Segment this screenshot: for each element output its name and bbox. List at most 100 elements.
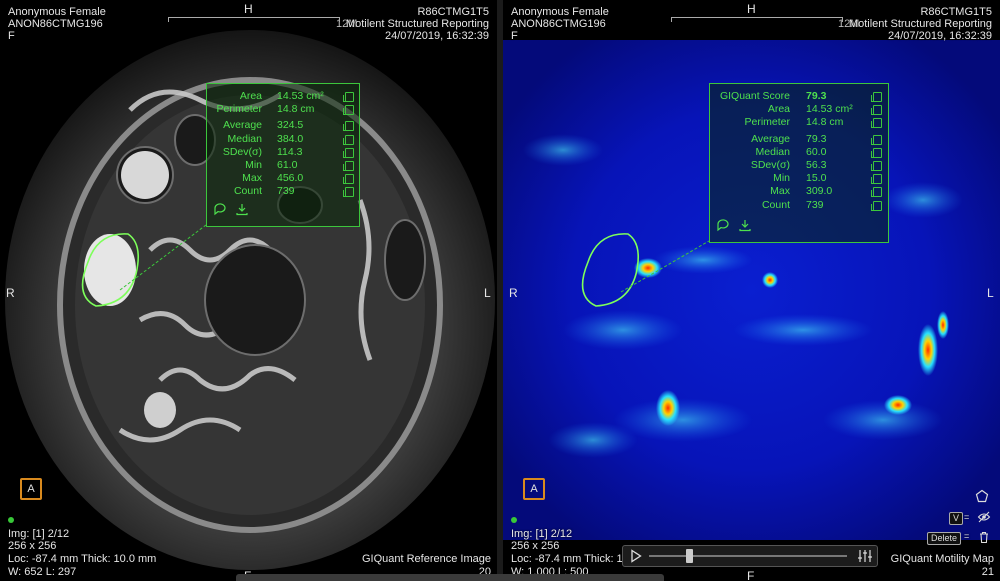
sliders-icon[interactable] [857, 549, 873, 568]
copy-icon[interactable] [871, 92, 882, 102]
copy-icon[interactable] [343, 105, 354, 116]
stat-row: Min 61.0 [207, 159, 359, 171]
motility-map-viewport[interactable]: Anonymous Female ANON86CTMG196 F R86CTMG… [503, 0, 1000, 581]
stat-label: SDev(σ) [750, 159, 790, 171]
stat-label: Median [755, 145, 790, 158]
image-matrix: 256 x 256 [8, 540, 57, 552]
stat-row: Max 309.0 [710, 185, 888, 198]
study-datetime: 24/07/2019, 16:32:39 [385, 30, 489, 42]
stat-value: 739 [806, 198, 824, 211]
stat-label: Average [751, 132, 790, 145]
key-hint-equals: = [964, 531, 970, 541]
comment-icon[interactable] [213, 202, 227, 216]
stat-row: Count 739 [207, 185, 359, 198]
scale-ruler [671, 17, 843, 22]
copy-icon[interactable] [871, 134, 882, 145]
status-dot [8, 517, 14, 523]
key-hint-equals: = [964, 512, 970, 522]
copy-icon[interactable] [343, 161, 354, 171]
copy-icon[interactable] [871, 161, 882, 171]
stat-label: GIQuant Score [719, 90, 790, 102]
stat-label: Average [223, 119, 262, 132]
copy-icon[interactable] [871, 105, 882, 116]
stat-label: Max [770, 185, 790, 198]
stat-label: Area [767, 103, 790, 116]
reference-image-viewport[interactable]: Anonymous Female ANON86CTMG196 F R86CTMG… [0, 0, 497, 581]
slice-location: Loc: -87.4 mm Thick: 10.0 mm [8, 553, 157, 565]
patient-name: Anonymous Female [8, 6, 106, 18]
copy-icon[interactable] [343, 121, 354, 132]
pentagon-icon[interactable] [975, 489, 989, 506]
scale-ruler [168, 17, 340, 22]
stat-row: Average 79.3 [710, 133, 888, 145]
stat-label: Area [239, 90, 262, 102]
copy-icon[interactable] [871, 187, 882, 198]
stat-value: 56.3 [806, 159, 827, 171]
stat-label: Perimeter [744, 116, 790, 129]
image-label: GIQuant Motility Map [890, 553, 994, 565]
eye-slash-icon[interactable] [977, 510, 991, 527]
orientation-right: L [484, 286, 491, 300]
cine-player[interactable] [622, 545, 878, 567]
annotation-a-button[interactable]: A [20, 478, 42, 500]
roi-stats-panel[interactable]: Area 14.53 cm² Perimeter 14.8 cm Average 324.… [206, 83, 360, 227]
stat-label: Median [227, 132, 262, 145]
stat-value: 384.0 [277, 132, 304, 145]
cine-slider-thumb[interactable] [685, 549, 693, 563]
annotation-a-button[interactable]: A [523, 478, 545, 500]
patient-name: Anonymous Female [511, 6, 609, 18]
taskbar-strip [236, 574, 664, 581]
image-label: GIQuant Reference Image [361, 553, 491, 565]
stat-value: 15.0 [806, 172, 827, 185]
copy-icon[interactable] [343, 187, 354, 198]
trash-icon[interactable] [977, 530, 991, 547]
image-index: Img: [1] 2/12 [511, 528, 573, 540]
image-matrix: 256 x 256 [511, 540, 560, 552]
image-index: Img: [1] 2/12 [8, 528, 70, 540]
stat-row: Max 456.0 [207, 172, 359, 185]
stat-value: 60.0 [806, 145, 827, 158]
stat-value: 79.3 [806, 132, 827, 145]
key-hint-v: V [949, 512, 964, 525]
stat-value: 14.8 cm [806, 116, 844, 129]
comment-icon[interactable] [716, 218, 730, 232]
cine-track[interactable] [649, 555, 847, 557]
stat-label: Min [245, 159, 262, 171]
stat-row: GIQuant Score 79.3 [710, 90, 888, 102]
copy-icon[interactable] [871, 174, 882, 185]
stat-label: Min [773, 172, 790, 185]
series-code: R86CTMG1T5 [920, 6, 992, 18]
stat-value: 14.53 cm² [806, 103, 853, 116]
patient-id: ANON86CTMG196 [8, 18, 103, 30]
copy-icon[interactable] [343, 147, 354, 158]
patient-sex: F [511, 30, 518, 42]
roi-stats-panel-giquant[interactable]: GIQuant Score 79.3 Area 14.53 cm² Perimeter 1… [709, 83, 889, 243]
stat-row: Median 60.0 [710, 146, 888, 158]
report-title: Motilent Structured Reporting [345, 18, 489, 30]
copy-icon[interactable] [343, 174, 354, 185]
stat-value: 14.8 cm [277, 103, 315, 116]
patient-id: ANON86CTMG196 [511, 18, 606, 30]
stat-value: 324.5 [277, 119, 304, 132]
orientation-left: R [509, 286, 518, 300]
copy-icon[interactable] [343, 134, 354, 145]
copy-icon[interactable] [871, 118, 882, 129]
download-icon[interactable] [738, 218, 752, 232]
status-dot [511, 517, 517, 523]
orientation-right: L [987, 286, 994, 300]
copy-icon[interactable] [343, 92, 354, 102]
stat-value: 309.0 [806, 185, 833, 198]
stat-row: Min 15.0 [710, 172, 888, 185]
copy-icon[interactable] [871, 147, 882, 158]
frame-number: 21 [981, 566, 994, 578]
stat-label: Count [233, 185, 262, 198]
play-icon[interactable] [630, 549, 642, 568]
stat-label: Perimeter [216, 103, 262, 116]
stat-value: 61.0 [277, 159, 298, 171]
window-level: W: 652 L: 297 [8, 566, 77, 578]
patient-sex: F [8, 30, 15, 42]
stat-row: Median 384.0 [207, 133, 359, 145]
stat-row: Count 739 [710, 199, 888, 211]
download-icon[interactable] [235, 202, 249, 216]
copy-icon[interactable] [871, 200, 882, 211]
